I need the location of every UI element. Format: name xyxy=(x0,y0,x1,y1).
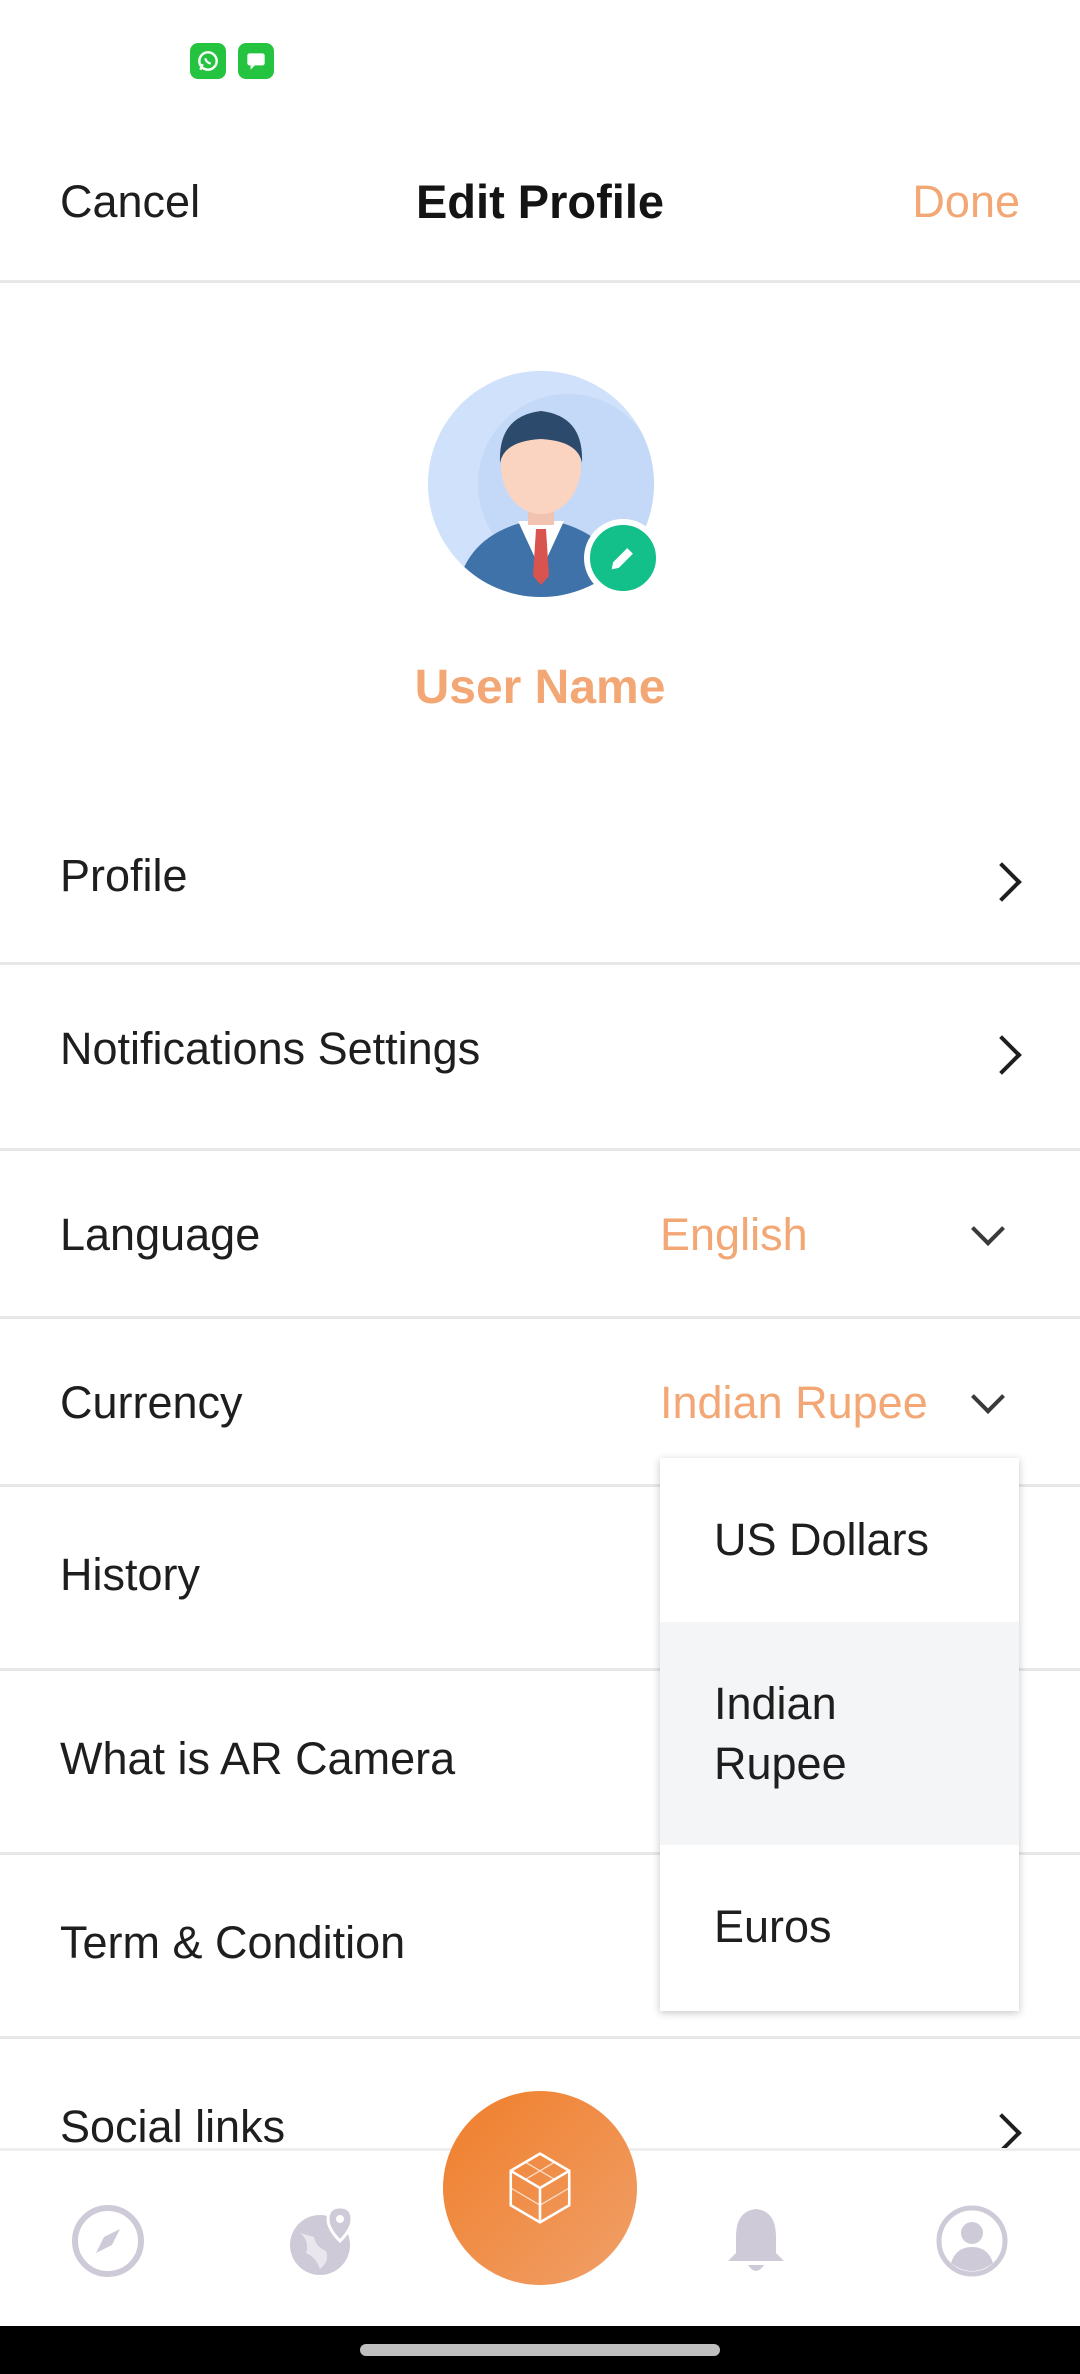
currency-dropdown: US Dollars Indian Rupee Euros xyxy=(660,1458,1019,2011)
menu-item-label: Currency xyxy=(60,1377,243,1428)
currency-option-indian-rupee[interactable]: Indian Rupee xyxy=(660,1622,1019,1845)
cancel-button[interactable]: Cancel xyxy=(60,176,200,228)
language-select[interactable]: English xyxy=(660,1209,808,1261)
menu-item-language[interactable]: Language English xyxy=(0,1151,1080,1319)
currency-option-euros[interactable]: Euros xyxy=(660,1845,1019,2011)
user-name: User Name xyxy=(414,661,666,714)
globe-location-icon[interactable] xyxy=(286,2203,362,2279)
compass-icon[interactable] xyxy=(70,2203,146,2279)
menu-item-label: Profile xyxy=(60,850,188,901)
chevron-right-icon xyxy=(982,1035,1022,1075)
chevron-down-icon[interactable] xyxy=(971,1212,1005,1246)
menu-item-notifications[interactable]: Notifications Settings xyxy=(0,965,1080,1151)
edit-avatar-button[interactable] xyxy=(584,519,662,597)
avatar-container[interactable] xyxy=(428,371,662,597)
header: Cancel Edit Profile Done xyxy=(0,130,1080,283)
menu-item-profile[interactable]: Profile xyxy=(0,800,1080,965)
menu-item-label: Social links xyxy=(60,2101,286,2152)
messages-icon xyxy=(238,43,274,79)
bell-icon[interactable] xyxy=(718,2203,794,2279)
menu-item-label: What is AR Camera xyxy=(60,1733,456,1784)
done-button[interactable]: Done xyxy=(912,176,1020,228)
currency-select[interactable]: Indian Rupee xyxy=(660,1377,928,1429)
ar-camera-button[interactable] xyxy=(443,2091,637,2285)
chevron-right-icon xyxy=(982,2113,1022,2153)
currency-option-us-dollars[interactable]: US Dollars xyxy=(660,1458,1019,1622)
status-bar xyxy=(0,0,1080,130)
whatsapp-icon xyxy=(190,43,226,79)
system-navigation-bar xyxy=(0,2326,1080,2374)
menu-item-label: Language xyxy=(60,1209,261,1260)
menu-item-label: Term & Condition xyxy=(60,1917,406,1968)
pencil-icon xyxy=(611,548,633,570)
menu-item-label: Notifications Settings xyxy=(60,1023,481,1074)
menu-item-label: History xyxy=(60,1549,201,1600)
home-indicator[interactable] xyxy=(360,2344,720,2356)
chevron-down-icon[interactable] xyxy=(971,1380,1005,1414)
chevron-right-icon xyxy=(982,862,1022,902)
ar-cube-icon xyxy=(509,2152,571,2224)
profile-icon[interactable] xyxy=(934,2203,1010,2279)
